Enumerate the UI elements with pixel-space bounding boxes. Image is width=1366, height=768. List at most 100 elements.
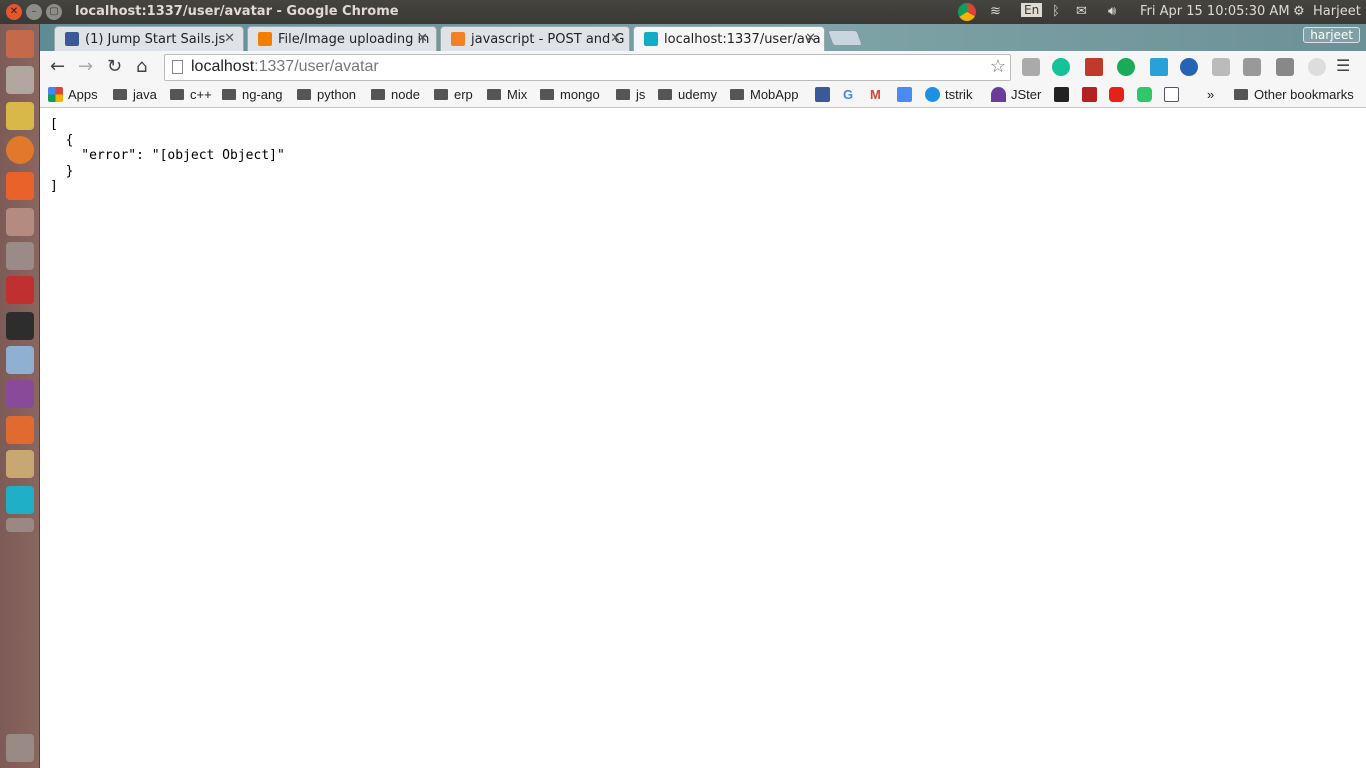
app-icon[interactable]: [6, 518, 34, 532]
folder-icon: [487, 89, 501, 100]
menu-icon[interactable]: ☰: [1336, 56, 1350, 75]
bookmark-folder[interactable]: js: [616, 87, 645, 102]
chrome-tray-icon[interactable]: [958, 3, 976, 21]
wifi-icon[interactable]: ≋: [990, 4, 1001, 19]
tab-localhost-avatar[interactable]: localhost:1337/user/ava ✕: [633, 26, 825, 51]
bookmark-translate[interactable]: [897, 87, 917, 102]
new-tab-button[interactable]: [827, 30, 863, 46]
archive-icon[interactable]: [6, 450, 34, 478]
volume-icon[interactable]: 🔊︎: [1108, 4, 1116, 19]
code-icon: [1054, 87, 1069, 102]
folder-icon: [658, 89, 672, 100]
software-center-icon[interactable]: [6, 172, 34, 200]
browser-toolbar: ← → ↻ ⌂ localhost:1337/user/avatar ☆ ☰: [40, 51, 1366, 83]
folder-icon: [170, 89, 184, 100]
address-bar[interactable]: localhost:1337/user/avatar ☆: [164, 54, 1011, 81]
jster-icon: [991, 87, 1006, 102]
close-tab-icon[interactable]: ✕: [224, 31, 235, 46]
other-bookmarks[interactable]: Other bookmarks: [1234, 87, 1354, 102]
bookmarks-bar: Apps java c++ ng-ang python node erp Mix…: [40, 83, 1366, 108]
virtualbox-icon[interactable]: [6, 346, 34, 374]
bookmark-gmail[interactable]: M: [870, 87, 881, 102]
webstorm-icon[interactable]: [6, 486, 34, 514]
c-icon: [1164, 87, 1179, 102]
extension-icon[interactable]: [1022, 58, 1040, 76]
minimize-window-button[interactable]: –: [26, 4, 42, 20]
chrome-launcher-icon[interactable]: [6, 102, 34, 130]
terminal-icon[interactable]: [6, 312, 34, 340]
app-icon[interactable]: [6, 380, 34, 408]
tab-jump-start-sails[interactable]: (1) Jump Start Sails.js ✕: [54, 26, 244, 51]
globe-icon[interactable]: [1180, 58, 1198, 76]
json-response: [ { "error": "[object Object]" } ]: [50, 117, 285, 194]
bookmark-google[interactable]: G: [843, 87, 853, 102]
folder-icon: [113, 89, 127, 100]
grammarly-icon[interactable]: [1052, 58, 1070, 76]
bookmark-jster[interactable]: JSter: [991, 87, 1041, 102]
sails-icon: [644, 32, 658, 46]
bookmark-hackerrank[interactable]: [1137, 87, 1157, 102]
bookmark-folder[interactable]: mongo: [540, 87, 600, 102]
settings-icon[interactable]: [6, 208, 34, 236]
facebook-icon: [815, 87, 830, 102]
bookmark-folder[interactable]: c++: [170, 87, 212, 102]
app-icon[interactable]: [6, 242, 34, 270]
js-extension-icon[interactable]: [1212, 58, 1230, 76]
tab-javascript-post[interactable]: javascript - POST and G ✕: [440, 26, 630, 51]
extension-icon[interactable]: [1243, 58, 1261, 76]
maximize-window-button[interactable]: ▢: [46, 4, 62, 20]
folder-icon: [434, 89, 448, 100]
app-icon[interactable]: [6, 276, 34, 304]
tab-file-image-uploading[interactable]: File/Image uploading in ✕: [247, 26, 437, 51]
folder-icon: [616, 89, 630, 100]
trash-icon[interactable]: [6, 734, 34, 762]
user-name[interactable]: Harjeet: [1313, 4, 1361, 19]
gmail-icon: M: [870, 87, 881, 102]
bookmark-c[interactable]: [1164, 87, 1184, 102]
mail-icon[interactable]: ✉: [1076, 4, 1087, 19]
files-icon[interactable]: [6, 66, 34, 94]
back-button[interactable]: ←: [50, 56, 65, 77]
bookmark-folder[interactable]: ng-ang: [222, 87, 282, 102]
bluetooth-icon[interactable]: ᛒ: [1052, 4, 1060, 19]
app-icon[interactable]: [6, 416, 34, 444]
bookmarks-overflow[interactable]: »: [1207, 87, 1214, 102]
folder-icon: [1234, 89, 1248, 100]
reload-button[interactable]: ↻: [107, 56, 122, 77]
globe-icon: [925, 87, 940, 102]
bookmark-folder[interactable]: erp: [434, 87, 473, 102]
bookmark-facebook[interactable]: [815, 87, 835, 102]
hackerrank-icon: [1137, 87, 1152, 102]
home-button[interactable]: ⌂: [136, 56, 147, 77]
extension-icon[interactable]: [1085, 58, 1103, 76]
keyboard-layout-indicator[interactable]: En: [1021, 3, 1043, 17]
gear-icon[interactable]: ⚙: [1293, 4, 1305, 19]
bookmark-apps[interactable]: Apps: [48, 87, 98, 102]
firefox-icon[interactable]: [6, 136, 34, 164]
close-window-button[interactable]: ✕: [6, 4, 22, 20]
extension-icon[interactable]: [1150, 58, 1168, 76]
bookmark-tstrik[interactable]: tstrik: [925, 87, 972, 102]
bookmark-code[interactable]: [1054, 87, 1074, 102]
close-tab-icon[interactable]: ✕: [417, 31, 428, 46]
profile-button[interactable]: harjeet: [1303, 27, 1360, 43]
bookmark-folder[interactable]: udemy: [658, 87, 717, 102]
page-icon: [172, 60, 183, 74]
bookmark-folder[interactable]: java: [113, 87, 157, 102]
bookmark-folder[interactable]: Mix: [487, 87, 527, 102]
clock[interactable]: Fri Apr 15 10:05:30 AM: [1140, 4, 1290, 19]
bookmark-n[interactable]: [1082, 87, 1102, 102]
angular-icon[interactable]: [1276, 58, 1294, 76]
bookmark-youtube[interactable]: [1109, 87, 1129, 102]
extension-icon[interactable]: [1308, 58, 1326, 76]
n-icon: [1082, 87, 1097, 102]
bookmark-folder[interactable]: node: [371, 87, 420, 102]
dash-icon[interactable]: [6, 30, 34, 58]
close-tab-icon[interactable]: ✕: [805, 31, 816, 46]
bookmark-folder[interactable]: MobApp: [730, 87, 798, 102]
grammarly-g-icon[interactable]: [1117, 58, 1135, 76]
bookmark-star-icon[interactable]: ☆: [990, 56, 1006, 77]
close-tab-icon[interactable]: ✕: [610, 31, 621, 46]
forward-button[interactable]: →: [78, 56, 93, 77]
bookmark-folder[interactable]: python: [297, 87, 356, 102]
